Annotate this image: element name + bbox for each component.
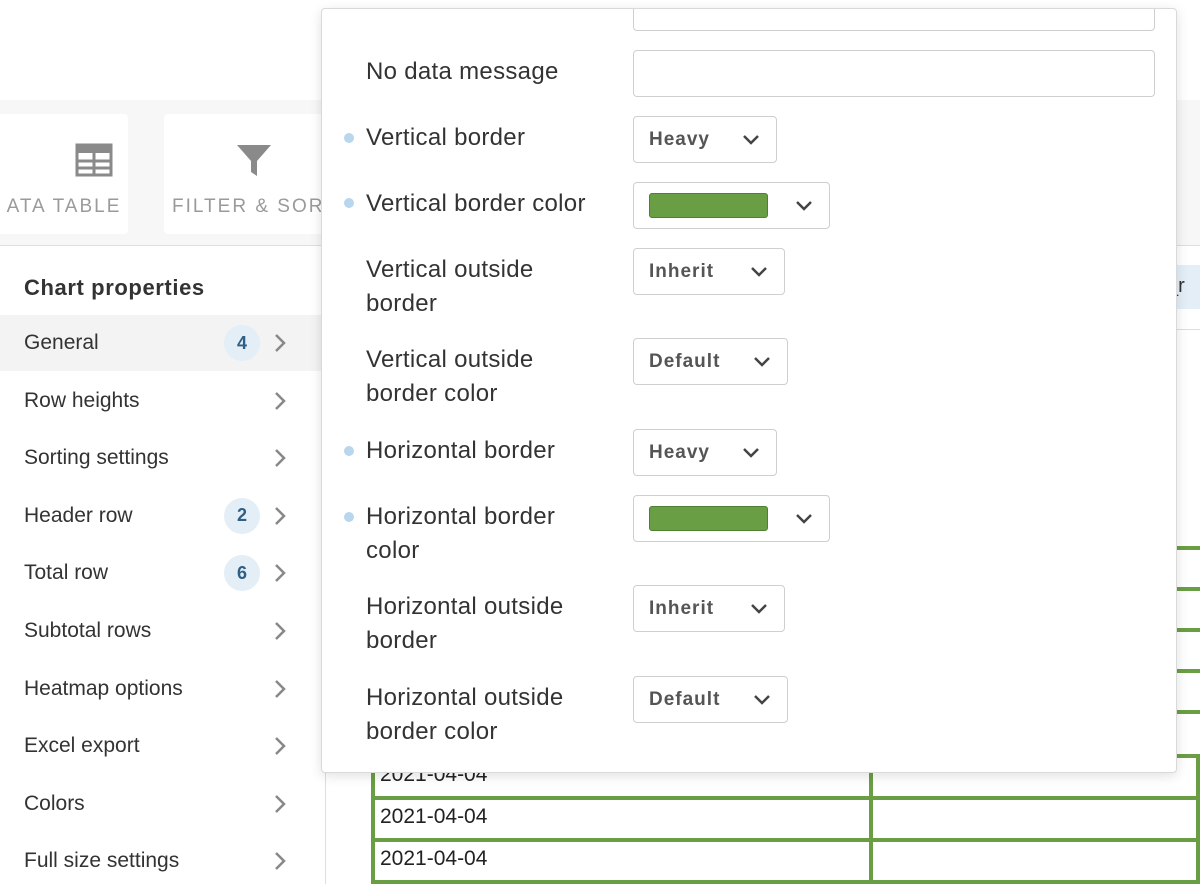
chevron-right-icon <box>275 391 286 410</box>
count-badge: 6 <box>224 555 260 592</box>
sidebar-item-label: Colors <box>24 791 85 815</box>
table-row: 2021-04-04 <box>371 842 1200 884</box>
data-table-button[interactable]: ATA TABLE <box>0 114 128 234</box>
sidebar-item-label: Heatmap options <box>24 676 183 700</box>
modified-indicator-dot <box>344 198 354 208</box>
chevron-down-icon <box>751 603 767 614</box>
sidebar-item-label: General <box>24 331 99 354</box>
vertical-outside-border-label: Vertical outside border <box>366 256 534 317</box>
sidebar-item[interactable]: Colors <box>0 776 322 832</box>
sidebar-item[interactable]: General 4 <box>0 315 322 371</box>
count-badge: 4 <box>224 325 260 361</box>
chevron-right-icon <box>275 334 286 352</box>
chevron-right-icon <box>275 622 286 640</box>
vertical-outside-border-color-value: Default <box>649 350 721 372</box>
horizontal-border-color-label: Horizontal border color <box>366 503 556 564</box>
color-swatch <box>649 506 768 531</box>
table-cell: 2021-04-04 <box>375 800 873 838</box>
chevron-right-icon <box>275 564 286 583</box>
chevron-down-icon <box>743 134 759 145</box>
chevron-right-icon <box>275 449 286 468</box>
sidebar-item[interactable]: Total row 6 <box>0 545 322 601</box>
vertical-border-color-label: Vertical border color <box>366 190 586 217</box>
sidebar-item[interactable]: Row heights <box>0 373 322 429</box>
general-properties-panel: No data message Vertical border Heavy Ve… <box>321 8 1177 773</box>
chevron-right-icon <box>275 737 286 756</box>
horizontal-outside-border-value: Inherit <box>649 597 715 619</box>
vertical-outside-border-select[interactable]: Inherit <box>633 248 785 295</box>
horizontal-outside-border-color-value: Default <box>649 688 721 710</box>
sidebar-item-label: Subtotal rows <box>24 619 152 642</box>
horizontal-outside-border-color-select[interactable]: Default <box>633 676 788 723</box>
horizontal-border-label: Horizontal border <box>366 437 556 464</box>
color-swatch <box>649 193 768 218</box>
horizontal-outside-border-select[interactable]: Inherit <box>633 585 785 632</box>
table-cell: 2021-04-04 <box>375 842 873 880</box>
no-data-message-label: No data message <box>366 58 559 85</box>
sidebar-item-label: Full size settings <box>24 849 180 873</box>
sidebar-item[interactable]: Sorting settings <box>0 430 322 486</box>
table-row: 2021-04-04 <box>371 800 1200 842</box>
chevron-right-icon <box>275 794 286 813</box>
vertical-outside-border-color-select[interactable]: Default <box>633 338 788 385</box>
modified-indicator-dot <box>344 512 354 522</box>
chevron-down-icon <box>751 266 767 277</box>
sidebar-item[interactable]: Subtotal rows <box>0 603 322 659</box>
horizontal-border-color-picker[interactable] <box>633 495 830 542</box>
chevron-down-icon <box>796 513 812 524</box>
chevron-down-icon <box>754 356 770 367</box>
sidebar-item[interactable]: Excel export <box>0 718 322 774</box>
chevron-down-icon <box>743 447 759 458</box>
sidebar-item[interactable]: Header row 2 <box>0 488 322 544</box>
no-data-message-input[interactable] <box>633 50 1155 97</box>
sidebar-item-label: Header row <box>24 503 133 527</box>
horizontal-border-select[interactable]: Heavy <box>633 429 777 476</box>
horizontal-outside-border-color-label: Horizontal outside border color <box>366 684 564 745</box>
vertical-outside-border-color-label: Vertical outside border color <box>366 346 534 407</box>
vertical-border-select[interactable]: Heavy <box>633 116 777 163</box>
vertical-border-value: Heavy <box>649 128 710 150</box>
chevron-down-icon <box>754 694 770 705</box>
sidebar-item-label: Excel export <box>24 734 140 758</box>
vertical-outside-border-value: Inherit <box>649 260 715 282</box>
vertical-border-label: Vertical border <box>366 124 526 151</box>
chevron-right-icon <box>275 852 286 871</box>
chevron-right-icon <box>275 506 286 525</box>
chart-properties-sidebar: Chart properties General 4 Row heights Sort… <box>0 247 326 884</box>
count-badge: 2 <box>224 497 260 534</box>
sidebar-item-label: Row heights <box>24 388 140 412</box>
sidebar-title: Chart properties <box>24 275 205 300</box>
table-grid-icon <box>75 143 113 177</box>
sidebar-item[interactable]: Heatmap options <box>0 661 322 717</box>
vertical-border-color-picker[interactable] <box>633 182 830 229</box>
horizontal-outside-border-label: Horizontal outside border <box>366 593 564 654</box>
sidebar-item[interactable]: Full size settings <box>0 833 322 884</box>
previous-input-field[interactable] <box>633 9 1155 31</box>
modified-indicator-dot <box>344 446 354 456</box>
data-table-label: ATA TABLE <box>6 196 122 217</box>
sidebar-item-label: Sorting settings <box>24 446 169 470</box>
horizontal-border-value: Heavy <box>649 441 710 463</box>
modified-indicator-dot <box>344 133 354 143</box>
sidebar-item-label: Total row <box>24 561 109 585</box>
chevron-down-icon <box>796 200 812 211</box>
funnel-icon <box>237 145 271 176</box>
chevron-right-icon <box>275 679 286 698</box>
filter-sort-label: FILTER & SORT <box>172 196 338 217</box>
